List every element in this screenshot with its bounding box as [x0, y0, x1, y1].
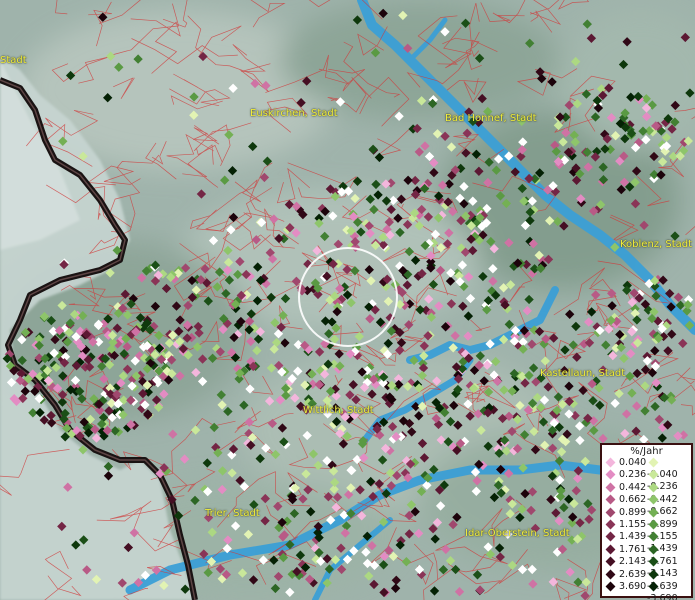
legend-item-pos: 3.690 — [604, 581, 646, 593]
legend-swatch — [648, 507, 659, 518]
legend-item-neg: -0.442 — [647, 482, 691, 505]
legend-swatch — [648, 556, 659, 567]
legend-item-pos: 2.143 — [604, 556, 646, 568]
legend-swatch — [648, 531, 659, 542]
legend-item-neg: -1.439 — [647, 531, 691, 554]
legend-item-neg: -0.662 — [647, 494, 691, 517]
legend-swatch — [605, 457, 616, 468]
city-label-stadt: Stadt — [0, 55, 27, 66]
legend-item-pos: 1.439 — [604, 531, 646, 543]
city-label-trier: Trier, Stadt — [205, 508, 260, 519]
legend-item-neg: -1.155 — [647, 519, 691, 542]
legend-item-neg: -3.690 — [647, 581, 691, 600]
city-label-wittlich: Wittlich, Stadt — [303, 405, 374, 416]
legend-swatch — [605, 494, 616, 505]
legend-label: 0.442 — [619, 481, 647, 493]
legend-swatch — [605, 544, 616, 555]
legend-item-pos: 0.662 — [604, 494, 646, 506]
legend-label: 2.639 — [619, 568, 647, 580]
legend-label: 0.662 — [619, 494, 647, 506]
legend-label: 1.155 — [619, 519, 647, 530]
legend-swatch — [605, 507, 616, 518]
legend-swatch — [648, 482, 659, 493]
legend-item-pos: 0.442 — [604, 482, 646, 494]
city-label-euskirchen: Euskirchen, Stadt — [250, 108, 338, 119]
legend-swatch — [648, 469, 659, 480]
legend-swatch — [648, 519, 659, 530]
legend-item-pos: 0.040 — [604, 457, 646, 469]
legend-item-neg: -2.639 — [647, 569, 691, 592]
legend-item-pos: 2.639 — [604, 569, 646, 581]
legend-item-pos: 1.155 — [604, 519, 646, 531]
legend-item-neg: -0.236 — [647, 469, 691, 492]
legend-swatch — [605, 469, 616, 480]
legend-item-pos: 0.899 — [604, 507, 646, 519]
legend-label: 2.143 — [619, 556, 647, 568]
legend-swatch — [648, 581, 659, 592]
terrain-layer — [0, 0, 695, 600]
legend-label: 0.040 — [619, 457, 647, 468]
city-label-idar-oberstein: Idar-Oberstein, Stadt — [465, 528, 570, 539]
legend-label: 1.439 — [619, 531, 647, 543]
legend-swatch — [605, 531, 616, 542]
legend-swatch — [605, 519, 616, 530]
city-label-kastellaun: Kastellaun, Stadt — [540, 368, 626, 379]
legend-label: 0.236 — [619, 469, 647, 481]
legend-swatch — [648, 494, 659, 505]
legend-item-neg: -2.143 — [647, 556, 691, 579]
legend-swatch — [605, 556, 616, 567]
legend-item-neg: -0.040 — [647, 457, 691, 480]
legend-item-neg: -1.761 — [647, 544, 691, 567]
legend-item-neg: -0.899 — [647, 507, 691, 530]
legend-label: 0.899 — [619, 506, 647, 518]
legend-swatch — [605, 569, 616, 580]
legend-label: -3.690 — [647, 593, 678, 600]
city-label-bad-honnef: Bad Honnef, Stadt — [445, 113, 537, 124]
legend-item-pos: 0.236 — [604, 469, 646, 481]
legend-swatch — [648, 569, 659, 580]
legend-title: %/Jahr — [630, 446, 663, 457]
legend-swatch — [605, 482, 616, 493]
legend: %/Jahr 0.040 -0.040 0.236 -0.236 0.442 -0.442… — [600, 443, 693, 600]
legend-swatch — [605, 581, 616, 592]
legend-swatch — [648, 457, 659, 468]
city-label-koblenz: Koblenz, Stadt — [620, 239, 693, 250]
map-canvas[interactable]: Stadt Euskirchen, Stadt Bad Honnef, Stad… — [0, 0, 695, 600]
legend-label: 1.761 — [619, 543, 647, 555]
legend-item-pos: 1.761 — [604, 544, 646, 556]
legend-label: 3.690 — [619, 581, 647, 592]
legend-swatch — [648, 544, 659, 555]
